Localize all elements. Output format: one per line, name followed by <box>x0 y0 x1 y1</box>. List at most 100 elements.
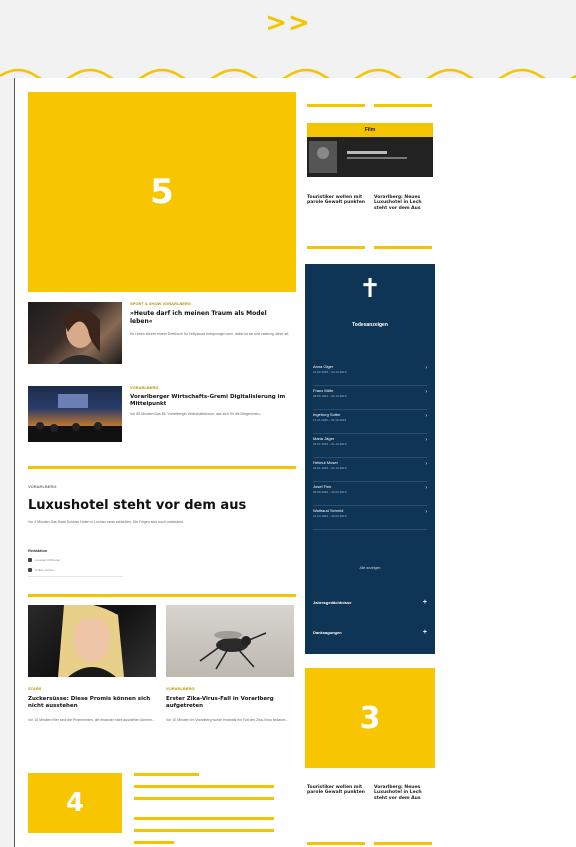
obituary-date: 03.07.1935 – 01.10.2019 <box>313 442 347 446</box>
mosquito-photo <box>199 631 267 670</box>
read-time-row: Lesezeit 3 Minuten <box>28 558 60 562</box>
obituary-entry[interactable]: Anna Giger 12.02.1938 – 03.10.2019 › <box>313 364 427 386</box>
left-rule <box>14 78 15 847</box>
event-photo <box>28 394 122 442</box>
chevron-right-icon: › <box>425 365 427 371</box>
obituary-name: Franz Mähr <box>313 388 334 393</box>
lead-kicker: Vorarlberg <box>28 484 57 489</box>
obituary-name: Helmut Moser <box>313 460 338 465</box>
sidebar-top-line <box>307 104 365 107</box>
portrait-photo <box>58 308 104 364</box>
sidebar-divider <box>374 246 432 249</box>
placeholder-line <box>134 841 174 844</box>
article-kicker: Stars <box>28 686 42 691</box>
ad-slot-3[interactable]: 3 <box>305 668 435 768</box>
article-teaser: Vor 10 Minuten Im Vorarlberg wurde erstm… <box>166 718 289 722</box>
placeholder-line <box>134 817 274 820</box>
ad-label-5: 5 <box>150 172 174 212</box>
expand-arrows[interactable]: >> <box>0 8 576 38</box>
article-teaser: Ihr Leben könnte einem Drehbuch für Holl… <box>130 332 290 336</box>
article-teaser: Vor 15 Minuten Hier sind die Prominenten… <box>28 718 155 722</box>
sidebar-teaser[interactable]: Touristiker wollen mit parole Gewalt pun… <box>307 195 365 206</box>
article-headline[interactable]: »Heute darf ich meinen Traum als Model l… <box>130 310 290 325</box>
video-thumbnail <box>309 141 407 173</box>
ad-label-4: 4 <box>65 788 85 818</box>
section-divider <box>28 594 296 597</box>
article-headline[interactable]: Vorarlberger Wirtschafts-Gremi Digitalis… <box>130 394 290 408</box>
obituaries-title: Todesanzeigen <box>352 322 388 328</box>
obituary-entry[interactable]: Josef Fink 09.09.1930 – 30.09.2019 › <box>313 484 427 506</box>
obituary-date: 17.11.1929 – 02.10.2019 <box>313 418 347 422</box>
obituary-date: 12.02.1938 – 03.10.2019 <box>313 370 347 374</box>
entry-divider <box>313 409 427 410</box>
chevron-right-icon: › <box>425 389 427 395</box>
obituary-name: Anna Giger <box>313 364 334 369</box>
chevron-right-icon: › <box>425 485 427 491</box>
entry-divider <box>313 457 427 458</box>
sidebar-teaser[interactable]: Vorarlberg: Neues Luxushotel in Lech ste… <box>374 785 434 801</box>
entry-divider <box>313 505 427 506</box>
obituary-date: 14.04.1944 – 30.09.2019 <box>313 514 347 518</box>
bookmark-row[interactable]: Artikel merken <box>28 568 54 572</box>
obituaries-widget: ✝ Todesanzeigen Anna Giger 12.02.1938 – … <box>305 264 435 654</box>
anniversaries-link[interactable]: Jahresgedächtnisse + <box>313 599 427 606</box>
lead-headline[interactable]: Luxushotel steht vor dem aus <box>28 498 296 513</box>
sidebar-divider <box>307 246 365 249</box>
article-headline[interactable]: Erster Zika-Virus-Fall in Vorarlberg auf… <box>166 696 294 710</box>
article-kicker: Sport & Show Vorarlberg <box>130 301 191 306</box>
obituary-entry[interactable]: Maria Jäger 03.07.1935 – 01.10.2019 › <box>313 436 427 458</box>
bookmark-icon <box>28 568 32 572</box>
obituary-entry[interactable]: Franz Mähr 08.05.1941 – 02.10.2019 › <box>313 388 427 410</box>
page-preview: 5 Sport & Show Vorarlberg »Heute darf ic… <box>14 78 576 847</box>
acknowledgements-label: Danksagungen <box>313 630 342 635</box>
section-divider <box>28 466 296 469</box>
obituary-date: 22.01.1948 – 01.10.2019 <box>313 466 347 470</box>
cross-icon: ✝ <box>359 274 381 304</box>
bookmark-label: Artikel merken <box>35 568 55 572</box>
sidebar-top-line <box>374 104 432 107</box>
article-thumbnail[interactable] <box>28 386 122 442</box>
placeholder-line <box>134 829 274 832</box>
entry-divider <box>313 385 427 386</box>
entry-divider <box>313 529 427 530</box>
plus-icon: + <box>422 599 427 606</box>
article-thumbnail[interactable] <box>166 605 294 677</box>
placeholder-line <box>134 797 274 800</box>
obituary-entry[interactable]: Ingeborg Sutter 17.11.1929 – 02.10.2019 … <box>313 412 427 434</box>
promo-header: Film <box>307 123 433 137</box>
placeholder-line <box>134 785 274 788</box>
article-kicker: Vorarlberg <box>130 385 159 390</box>
chevron-right-icon: › <box>425 437 427 443</box>
chevron-right-icon: › <box>425 413 427 419</box>
ad-slot-4[interactable]: 4 <box>28 773 122 833</box>
chevron-right-icon: › <box>425 509 427 515</box>
obituary-name: Josef Fink <box>313 484 332 489</box>
ad-label-3: 3 <box>359 700 381 736</box>
obituary-entry[interactable]: Helmut Moser 22.01.1948 – 01.10.2019 › <box>313 460 427 482</box>
meta-underline <box>28 576 123 577</box>
article-thumbnail[interactable] <box>28 603 156 677</box>
sidebar-teaser[interactable]: Vorarlberg: Neues Luxushotel in Lech ste… <box>374 195 434 211</box>
obituary-name: Waltraud Schmid <box>313 508 344 513</box>
entry-divider <box>313 481 427 482</box>
obituary-date: 08.05.1941 – 02.10.2019 <box>313 394 347 398</box>
acknowledgements-link[interactable]: Danksagungen + <box>313 629 427 636</box>
read-time: Lesezeit 3 Minuten <box>35 558 61 562</box>
obituary-name: Ingeborg Sutter <box>313 412 341 417</box>
sidebar-divider <box>374 842 432 845</box>
promo-video[interactable] <box>307 137 433 177</box>
obituaries-more-link[interactable]: Alle anzeigen <box>305 566 435 570</box>
celebrity-photo <box>58 603 124 677</box>
lead-author: Redaktion <box>28 548 48 553</box>
sidebar-teaser[interactable]: Touristiker wollen mit parole Gewalt pun… <box>307 785 365 796</box>
article-thumbnail[interactable] <box>28 302 122 364</box>
obituary-date: 09.09.1930 – 30.09.2019 <box>313 490 347 494</box>
article-headline[interactable]: Zuckersüsse: Diese Promis können sich ni… <box>28 696 156 710</box>
anniversaries-label: Jahresgedächtnisse <box>313 600 352 605</box>
obituary-name: Maria Jäger <box>313 436 335 441</box>
ad-slot-5[interactable]: 5 <box>28 92 296 292</box>
article-teaser: Vor 55 Minuten Das 55. Vorarlberger Wirt… <box>130 412 263 416</box>
clock-icon <box>28 558 32 562</box>
article-kicker: Vorarlberg <box>166 686 195 691</box>
obituary-entry[interactable]: Waltraud Schmid 14.04.1944 – 30.09.2019 … <box>313 508 427 530</box>
